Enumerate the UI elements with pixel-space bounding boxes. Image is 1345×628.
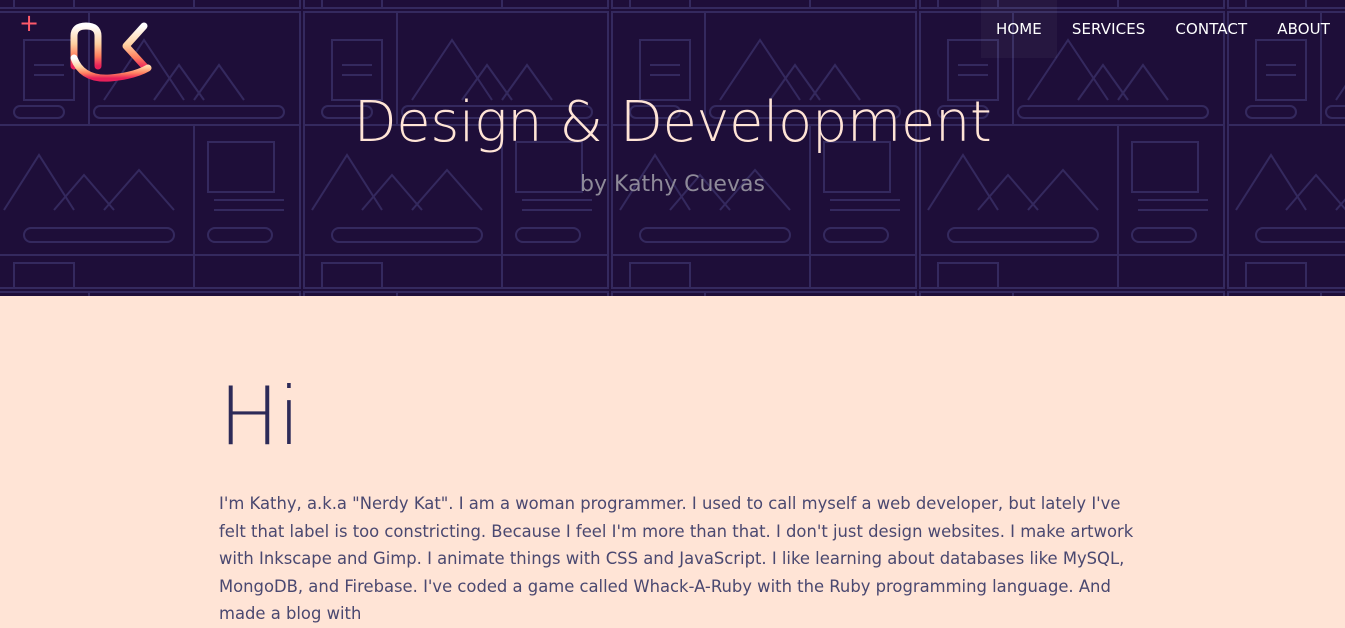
intro-paragraph: I'm Kathy, a.k.a "Nerdy Kat". I am a wom… xyxy=(219,494,1134,623)
nav-contact[interactable]: CONTACT xyxy=(1160,0,1262,58)
main-content: Hi I'm Kathy, a.k.a "Nerdy Kat". I am a … xyxy=(219,296,1139,628)
hero-title: Design & Development xyxy=(353,90,992,155)
main-nav: HOME SERVICES CONTACT ABOUT xyxy=(980,0,1345,58)
nav-home[interactable]: HOME xyxy=(980,0,1057,58)
nav-about[interactable]: ABOUT xyxy=(1262,0,1345,58)
menu-plus-icon[interactable]: + xyxy=(18,11,40,35)
greeting-heading: Hi xyxy=(219,370,300,463)
hero-header: + HOME SERVICES CONTACT ABOUT Design & D… xyxy=(0,0,1345,296)
nav-services[interactable]: SERVICES xyxy=(1057,0,1161,58)
nk-logo[interactable] xyxy=(64,6,156,86)
hero-subtitle: by Kathy Cuevas xyxy=(580,172,765,197)
